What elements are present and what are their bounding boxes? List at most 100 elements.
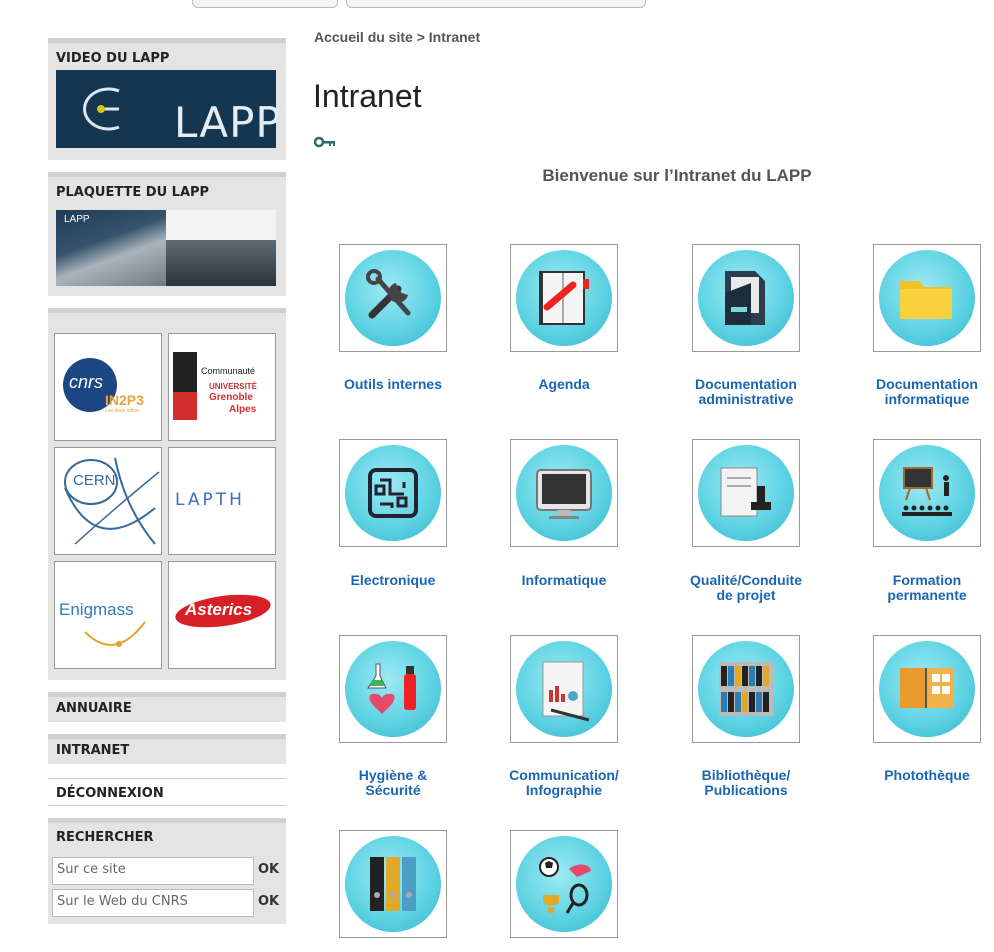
asterics-text: Asterics	[185, 600, 253, 619]
search-site-row: Sur ce site OK	[52, 857, 280, 885]
tile-label-line2: administrative	[698, 391, 794, 407]
welcome-heading: Bienvenue sur l’Intranet du LAPP	[542, 166, 812, 185]
tile-13[interactable]	[510, 830, 618, 938]
tile-12[interactable]	[339, 830, 447, 938]
tile-11[interactable]	[873, 635, 981, 743]
uga-logo[interactable]: Communauté UNIVERSITÉ Grenoble Alpes	[168, 333, 276, 441]
photo-album-icon	[879, 641, 975, 737]
lapth-text: LAPTH	[175, 490, 245, 510]
tile-label-line1: Bibliothèque/	[701, 767, 791, 783]
tile-label-1[interactable]: Agenda	[484, 377, 644, 392]
tile-3[interactable]	[873, 244, 981, 352]
tile-label-line1: Documentation	[695, 376, 797, 392]
cnrs-text: cnrs	[69, 372, 104, 392]
top-tab-button-1[interactable]	[192, 0, 338, 8]
cern-rings-icon	[64, 457, 160, 545]
tools-icon	[345, 250, 441, 346]
tile-1[interactable]	[510, 244, 618, 352]
menu-annuaire[interactable]: ANNUAIRE	[48, 692, 286, 722]
circuit-icon	[345, 445, 441, 541]
lapp-logo-text: LAPP	[174, 98, 282, 147]
menu-deconnexion[interactable]: DÉCONNEXION	[48, 778, 286, 806]
search-site-input[interactable]: Sur ce site	[52, 857, 254, 885]
tile-6[interactable]	[692, 439, 800, 547]
video-title: VIDEO DU LAPP	[56, 51, 170, 66]
tile-label-line1: Informatique	[521, 572, 607, 588]
page-title: Intranet	[313, 78, 422, 114]
menu-intranet[interactable]: INTRANET	[48, 734, 286, 764]
tile-label-10[interactable]: Bibliothèque/Publications	[666, 768, 826, 798]
uga-line1: Communauté	[201, 366, 256, 376]
tile-label-line2: Sécurité	[365, 782, 421, 798]
search-box: RECHERCHER Sur ce site OK Sur le Web du …	[48, 818, 286, 924]
top-tab-button-2[interactable]	[346, 0, 646, 8]
lapth-logo[interactable]: LAPTH	[168, 447, 276, 555]
tile-0[interactable]	[339, 244, 447, 352]
search-title: RECHERCHER	[56, 830, 154, 845]
search-cnrs-ok-button[interactable]: OK	[258, 894, 279, 909]
monitor-icon	[516, 445, 612, 541]
folder-icon	[879, 250, 975, 346]
tile-label-6[interactable]: Qualité/Conduite de projet	[666, 573, 826, 603]
tile-label-line1: Communication/	[509, 767, 619, 783]
plaquette-logo-text: LAPP	[64, 214, 90, 225]
tile-label-7[interactable]: Formation permanente	[847, 573, 994, 603]
tile-5[interactable]	[510, 439, 618, 547]
uga-line4: Alpes	[229, 404, 257, 415]
tile-label-11[interactable]: Photothèque	[847, 768, 994, 783]
tile-label-line2: Publications	[704, 782, 788, 798]
stamp-icon	[698, 445, 794, 541]
tile-label-line1: Formation	[892, 572, 962, 588]
tile-label-line1: Electronique	[350, 572, 436, 588]
tile-2[interactable]	[692, 244, 800, 352]
uga-line3: Grenoble	[209, 392, 253, 403]
video-box: VIDEO DU LAPP LAPP	[48, 38, 286, 160]
search-site-ok-button[interactable]: OK	[258, 862, 279, 877]
safety-icon	[345, 641, 441, 737]
in2p3-subtitle: Les deux infinis	[105, 408, 140, 414]
plaquette-box: PLAQUETTE DU LAPP LAPP	[48, 172, 286, 296]
tile-7[interactable]	[873, 439, 981, 547]
report-chart-icon	[516, 641, 612, 737]
tile-8[interactable]	[339, 635, 447, 743]
binders-icon	[345, 836, 441, 932]
tile-label-line2: permanente	[887, 587, 967, 603]
uga-line2: UNIVERSITÉ	[209, 382, 258, 391]
tile-label-line1: Outils internes	[343, 376, 443, 392]
cern-logo[interactable]: CERN	[54, 447, 162, 555]
tile-label-5[interactable]: Informatique	[484, 573, 644, 588]
tile-label-line2: informatique	[884, 391, 970, 407]
tile-9[interactable]	[510, 635, 618, 743]
enigmass-logo[interactable]: Enigmass	[54, 561, 162, 669]
tile-label-4[interactable]: Electronique	[313, 573, 473, 588]
agenda-icon	[516, 250, 612, 346]
plaquette-thumbnail[interactable]: LAPP	[56, 210, 276, 286]
tile-4[interactable]	[339, 439, 447, 547]
tile-label-3[interactable]: Documentation informatique	[847, 377, 994, 407]
document-folder-icon	[698, 250, 794, 346]
tile-label-2[interactable]: Documentation administrative	[666, 377, 826, 407]
tile-label-line1: Agenda	[538, 376, 590, 392]
tile-label-8[interactable]: Hygiène & Sécurité	[313, 768, 473, 798]
search-cnrs-row: Sur le Web du CNRS OK	[52, 889, 280, 917]
classroom-icon	[879, 445, 975, 541]
partners-box: cnrs IN2P3 Les deux infinis Communauté U…	[48, 308, 286, 680]
bookshelf-icon	[698, 641, 794, 737]
cern-text: CERN	[73, 472, 116, 489]
tile-label-line1: Photothèque	[884, 767, 970, 783]
tile-label-0[interactable]: Outils internes	[313, 377, 473, 392]
tile-label-9[interactable]: Communication/Infographie	[484, 768, 644, 798]
tile-label-line2: Infographie	[525, 782, 603, 798]
lapp-video-logo[interactable]: LAPP	[56, 70, 281, 148]
tile-label-line2: de projet	[716, 587, 776, 603]
breadcrumb[interactable]: Accueil du site > Intranet	[314, 29, 480, 45]
enigmass-swoosh-icon	[84, 621, 146, 647]
cnrs-in2p3-logo[interactable]: cnrs IN2P3 Les deux infinis	[54, 333, 162, 441]
plaquette-title: PLAQUETTE DU LAPP	[56, 185, 210, 200]
key-icon	[314, 136, 335, 148]
tile-10[interactable]	[692, 635, 800, 743]
tile-label-line1: Qualité/Conduite	[690, 572, 802, 588]
search-cnrs-input[interactable]: Sur le Web du CNRS	[52, 889, 254, 917]
in2p3-text: IN2P3	[105, 392, 144, 408]
asterics-logo[interactable]: Asterics	[168, 561, 276, 669]
